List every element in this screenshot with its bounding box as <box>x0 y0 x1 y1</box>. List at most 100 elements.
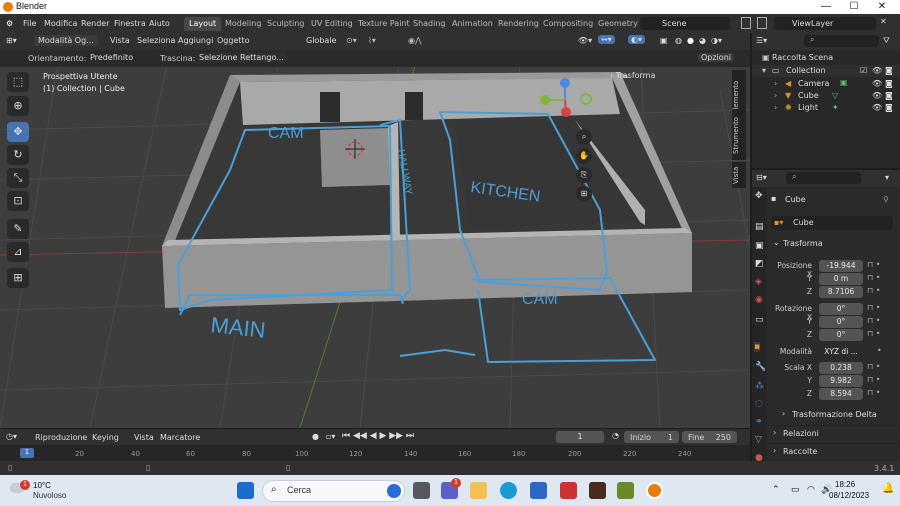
playhead[interactable]: 1 <box>20 448 34 458</box>
outliner-root-label[interactable]: Raccolta Scena <box>772 53 833 62</box>
move-tool[interactable]: ✥ <box>7 122 29 142</box>
expand-icon[interactable]: › <box>774 103 777 112</box>
task-view-icon[interactable] <box>413 482 430 499</box>
expand-icon[interactable]: › <box>774 79 777 88</box>
tab-texture-paint[interactable]: Texture Paint <box>353 17 415 31</box>
transform-orientation-dropdown[interactable]: Globale <box>306 36 336 45</box>
blender-taskbar-icon[interactable] <box>646 482 663 499</box>
zoom-icon[interactable]: ⌕ <box>576 129 592 145</box>
position-y-field[interactable]: 0 m <box>819 273 863 285</box>
outliner-row-camera[interactable]: › ◀ Camera ▣ 👁 ◙ <box>752 78 900 90</box>
rotate-tool[interactable]: ↻ <box>7 145 29 165</box>
properties-search-input[interactable] <box>786 172 861 184</box>
snap-icon[interactable]: ⌇▾ <box>368 36 376 45</box>
render-tab-icon[interactable]: ▤ <box>755 222 764 232</box>
timeline-editor-icon[interactable]: ◷▾ <box>6 432 17 441</box>
lock-icon[interactable]: ⊓ • <box>867 273 881 282</box>
tab-view[interactable]: Vista <box>732 162 746 188</box>
timeline-ruler[interactable]: 1 20 40 60 80 100 120 140 160 180 200 22… <box>0 445 750 461</box>
position-z-field[interactable]: 8.7106 <box>819 286 863 298</box>
mode-selector[interactable]: Modalità Og... <box>34 35 98 46</box>
outliner-row-cube[interactable]: › ▼ Cube ▽ 👁 ◙ <box>752 90 900 102</box>
outliner-editor-icon[interactable]: ☰▾ <box>756 36 767 45</box>
collapse-icon[interactable]: ▾ <box>885 173 889 182</box>
outliner-search-input[interactable] <box>804 35 879 47</box>
menu-keying[interactable]: Keying <box>92 433 119 442</box>
keyframe-dot-icon[interactable]: • <box>877 346 882 355</box>
scene-selector[interactable]: Scene <box>640 17 730 30</box>
output-tab-icon[interactable]: ▣ <box>755 241 764 251</box>
outliner-row-light[interactable]: › ✺ Light ✦ 👁 ◙ <box>752 102 900 114</box>
close-button[interactable]: ✕ <box>868 0 896 14</box>
menu-view[interactable]: Vista <box>134 433 154 442</box>
lock-icon[interactable]: ⊓ • <box>867 388 881 397</box>
gizmo-x-icon[interactable] <box>561 107 571 117</box>
menu-add[interactable]: Aggiungi <box>178 36 213 45</box>
relations-section[interactable]: › Relazioni <box>768 425 900 439</box>
view-layer-tab-icon[interactable]: ◩ <box>755 259 764 269</box>
collections-section[interactable]: › Raccolte <box>768 443 900 457</box>
menu-select[interactable]: Seleziona <box>137 36 175 45</box>
cube-model[interactable] <box>162 72 692 308</box>
app-game-icon[interactable] <box>589 482 606 499</box>
lock-icon[interactable]: ⊓ • <box>867 362 881 371</box>
tab-uv-editing[interactable]: UV Editing <box>306 17 358 31</box>
eye-icon[interactable]: 👁 <box>872 91 882 100</box>
outliner-row-collection[interactable]: ▾ ▭ Collection ☑ 👁 ◙ <box>752 65 900 77</box>
notification-bell-icon[interactable]: 🔔 <box>882 483 894 494</box>
minimize-button[interactable]: — <box>812 0 840 14</box>
mesh-data-icon[interactable]: ▽ <box>832 91 838 100</box>
preview-range-icon[interactable]: ◔ <box>612 431 619 440</box>
menu-window[interactable]: Finestra <box>114 19 146 28</box>
proportional-edit-icon[interactable]: ◉⋀ <box>408 36 422 45</box>
blender-menu-icon[interactable]: ⚙ <box>6 19 13 28</box>
drag-dropdown[interactable]: Selezione Rettango... <box>196 53 287 62</box>
options-dropdown[interactable]: Opzioni <box>698 53 734 62</box>
xray-icon[interactable]: ▣ <box>660 36 668 45</box>
gizmo-y-icon[interactable] <box>540 95 550 105</box>
add-cube-tool[interactable]: ⊞ <box>7 268 29 288</box>
object-name-input[interactable]: ▪▾ Cube <box>771 216 893 230</box>
menu-help[interactable]: Aiuto <box>149 19 170 28</box>
eye-icon[interactable]: 👁 <box>872 66 882 75</box>
menu-file[interactable]: File <box>23 19 36 28</box>
file-explorer-icon[interactable] <box>470 482 487 499</box>
tab-compositing[interactable]: Compositing <box>538 17 598 31</box>
end-frame-field[interactable]: Fine 250 <box>682 431 737 443</box>
rotation-mode-dropdown[interactable]: XYZ di ... <box>819 346 863 358</box>
taskbar-search-input[interactable]: ⌕ Cerca <box>262 480 405 502</box>
physics-tab-icon[interactable]: ◌ <box>755 399 763 409</box>
annotate-tool[interactable]: ✎ <box>7 219 29 239</box>
rotation-z-field[interactable]: 0° <box>819 329 863 341</box>
delete-scene-icon[interactable] <box>757 17 767 29</box>
camera-render-icon[interactable]: ◙ <box>885 66 893 75</box>
lock-icon[interactable]: ⊓ • <box>867 329 881 338</box>
wireframe-shading-icon[interactable]: ◍ <box>675 36 682 45</box>
overlay-toggle-icon[interactable]: ◐▾ <box>628 35 645 44</box>
visibility-icon[interactable]: 👁▾ <box>578 36 592 45</box>
menu-playback[interactable]: Riproduzione <box>35 433 87 442</box>
maximize-button[interactable]: ☐ <box>840 0 868 14</box>
object-tab-icon[interactable]: ▪ <box>754 342 761 352</box>
pan-hand-icon[interactable]: ✋ <box>576 148 592 164</box>
lock-icon[interactable]: ⊓ • <box>867 316 881 325</box>
record-icon[interactable]: ● <box>312 432 319 441</box>
camera-view-icon[interactable]: ⎘ <box>576 167 592 183</box>
new-scene-icon[interactable] <box>741 17 751 29</box>
delta-transform-section[interactable]: › Trasformazione Delta <box>768 407 900 421</box>
scale-tool[interactable]: ⤡ <box>7 168 29 188</box>
edge-icon[interactable] <box>500 482 517 499</box>
current-frame-field[interactable]: 1 <box>556 431 604 443</box>
scene-tab-icon[interactable]: ◈ <box>755 277 762 287</box>
clock-time[interactable]: 18:26 <box>835 480 855 489</box>
camera-render-icon[interactable]: ◙ <box>885 91 893 100</box>
cursor-tool[interactable]: ⊕ <box>7 96 29 116</box>
particles-tab-icon[interactable]: ⁂ <box>755 381 764 391</box>
select-box-tool[interactable]: ⬚ <box>7 72 29 92</box>
tab-sculpting[interactable]: Sculpting <box>262 17 309 31</box>
clock-date[interactable]: 08/12/2023 <box>829 491 869 500</box>
camera-render-icon[interactable]: ◙ <box>885 103 893 112</box>
chevron-up-icon[interactable]: ⌃ <box>772 484 780 495</box>
app-green-icon[interactable] <box>617 482 634 499</box>
rotation-x-field[interactable]: 0° <box>819 303 863 315</box>
